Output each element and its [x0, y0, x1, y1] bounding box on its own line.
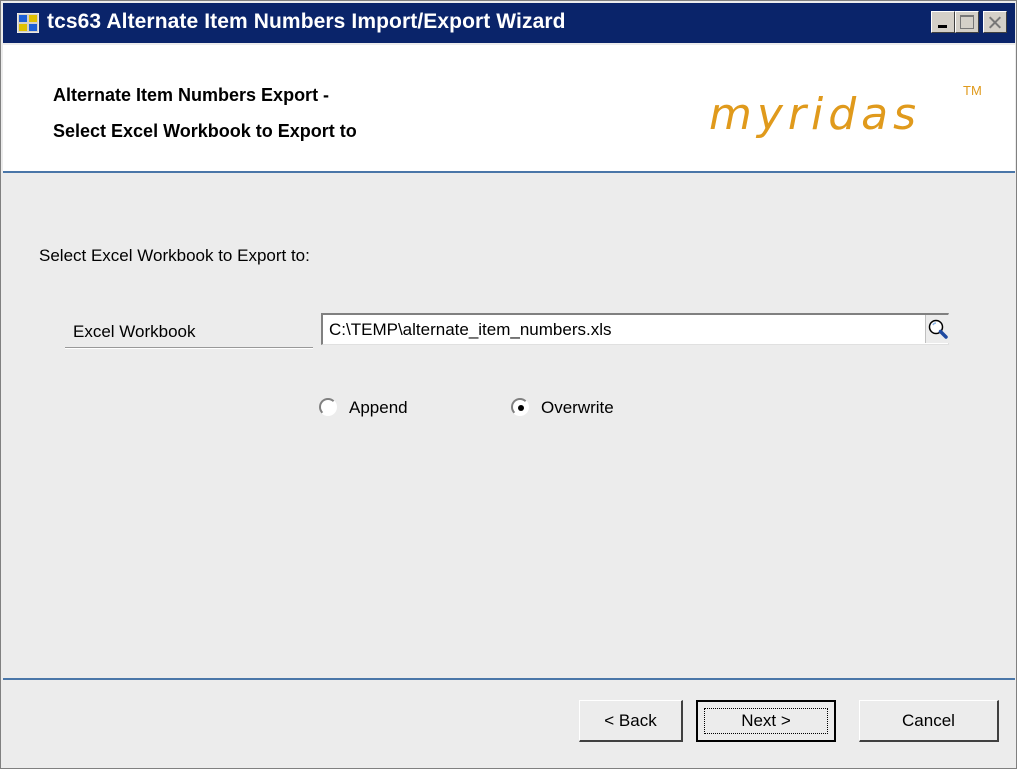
title-bar[interactable]: tcs63 Alternate Item Numbers Import/Expo…: [3, 3, 1015, 43]
maximize-button[interactable]: [955, 11, 979, 33]
brand-trademark: TM: [963, 83, 982, 98]
section-label: Select Excel Workbook to Export to:: [39, 246, 310, 265]
focus-rect: Next >: [704, 708, 828, 734]
next-button-label: Next >: [741, 711, 791, 730]
minimize-button[interactable]: [931, 11, 955, 33]
browse-button[interactable]: [925, 315, 949, 343]
append-radio[interactable]: Append: [319, 394, 459, 422]
cancel-button[interactable]: Cancel: [859, 700, 999, 742]
header-title: Alternate Item Numbers Export -: [53, 85, 330, 105]
magnifier-icon: [928, 319, 948, 339]
brand-logo: myridas: [709, 89, 922, 140]
back-button-label: < Back: [604, 710, 657, 730]
overwrite-label: Overwrite: [541, 398, 614, 417]
header-subtitle: Select Excel Workbook to Export to: [53, 121, 357, 141]
back-button[interactable]: < Back: [579, 700, 683, 742]
close-button[interactable]: [983, 11, 1007, 33]
append-label: Append: [349, 398, 408, 417]
cancel-button-label: Cancel: [902, 710, 955, 730]
app-icon: [17, 13, 39, 33]
workbook-field-row: Excel Workbook C:\TEMP\alternate_item_nu…: [65, 313, 973, 349]
wizard-window: tcs63 Alternate Item Numbers Import/Expo…: [0, 0, 1017, 769]
overwrite-radio-circle[interactable]: [511, 398, 529, 416]
overwrite-radio[interactable]: Overwrite: [511, 394, 671, 422]
label-underline: [65, 347, 313, 348]
footer-separator: [3, 678, 1015, 680]
append-radio-circle[interactable]: [319, 398, 337, 416]
workbook-path-input[interactable]: C:\TEMP\alternate_item_numbers.xls: [321, 313, 949, 345]
next-button[interactable]: Next >: [696, 700, 836, 742]
workbook-label: Excel Workbook: [73, 322, 196, 341]
selected-dot: [518, 405, 524, 411]
wizard-header: Alternate Item Numbers Export - Select E…: [3, 45, 1015, 173]
window-title: tcs63 Alternate Item Numbers Import/Expo…: [47, 10, 566, 33]
